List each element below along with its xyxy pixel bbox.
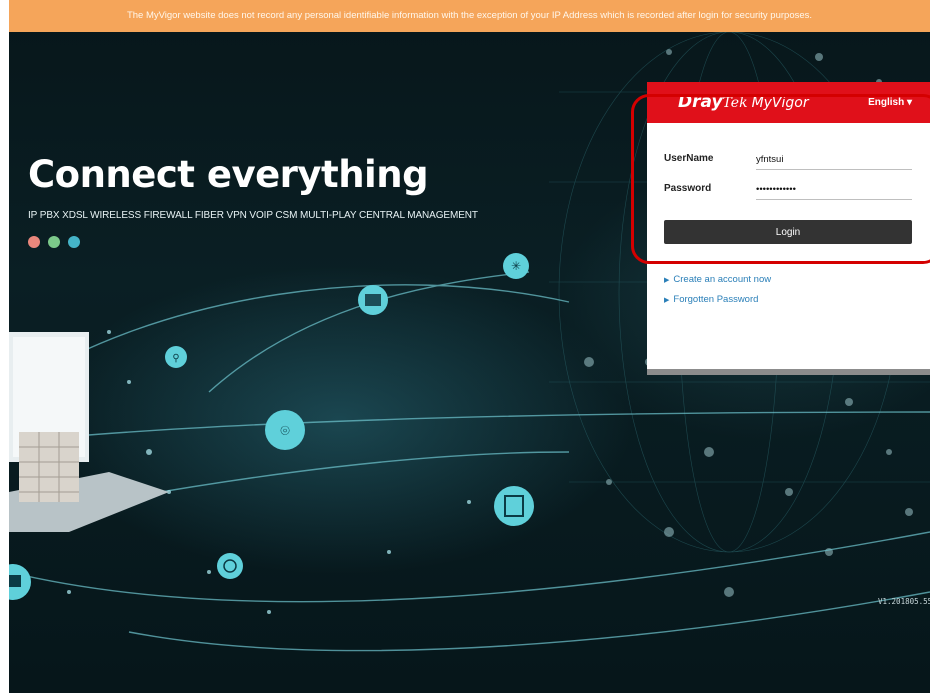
firewall-node-icon — [358, 285, 388, 315]
hero-title: Connect everything — [28, 153, 429, 196]
hero-subtitle: IP PBX XDSL WIRELESS FIREWALL FIBER VPN … — [28, 210, 478, 221]
monitor-node-icon — [9, 564, 31, 600]
carousel-dot-2[interactable] — [48, 236, 60, 248]
laptop-illustration — [9, 332, 169, 532]
create-account-link[interactable]: ▶ Create an account now — [664, 274, 771, 285]
satellite-node-icon: ⚲ — [165, 346, 187, 368]
wifi-node-icon: ⌾ — [265, 410, 305, 450]
account-links: ▶ Create an account now ▶ Forgotten Passwo… — [664, 274, 771, 314]
login-panel-footer — [647, 369, 930, 375]
caret-right-icon: ▶ — [664, 277, 670, 284]
create-account-label: Create an account now — [673, 274, 772, 285]
annotation-highlight-outline — [631, 94, 930, 264]
carousel-dots — [28, 236, 80, 248]
page-background: The MyVigor website does not record any … — [9, 0, 930, 693]
svg-text:✳: ✳ — [511, 259, 521, 273]
caret-right-icon: ▶ — [664, 297, 670, 304]
svg-text:⌾: ⌾ — [280, 421, 290, 440]
forgotten-password-label: Forgotten Password — [673, 294, 759, 305]
forgotten-password-link[interactable]: ▶ Forgotten Password — [664, 294, 771, 305]
privacy-notice-bar: The MyVigor website does not record any … — [9, 0, 930, 32]
globe-node-icon — [217, 553, 243, 579]
carousel-dot-3[interactable] — [68, 236, 80, 248]
svg-text:⚲: ⚲ — [172, 353, 179, 364]
version-label: V1.201805.553 — [878, 597, 930, 606]
carousel-dot-1[interactable] — [28, 236, 40, 248]
network-node-icon: ✳ — [503, 253, 529, 279]
switch-node-icon — [494, 486, 534, 526]
